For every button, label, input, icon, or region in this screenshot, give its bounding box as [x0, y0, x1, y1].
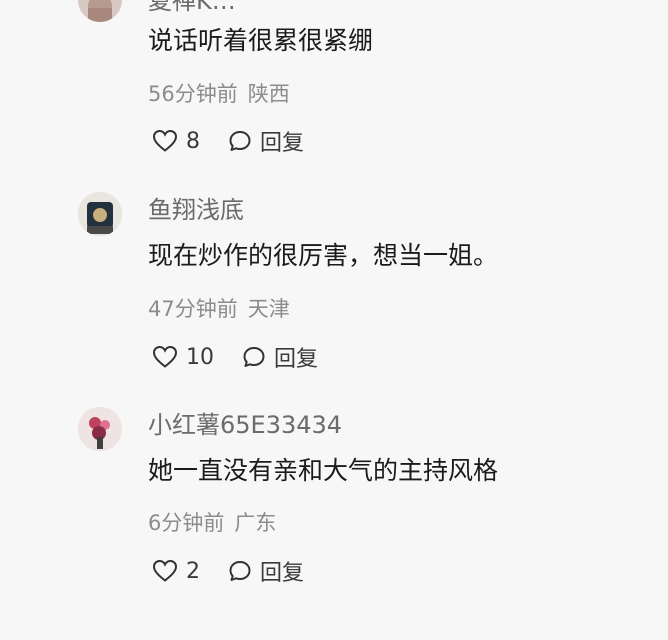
comment-item: 夏禅K… 说话听着很累很紧绷 56分钟前 陕西 8 回复 — [0, 0, 668, 216]
comment-time: 56分钟前 — [148, 82, 238, 106]
comment-username[interactable]: 小红薯65E33434 — [148, 410, 342, 440]
comment-username[interactable]: 夏禅K… — [148, 0, 236, 16]
speech-bubble-icon — [242, 345, 266, 369]
comment-meta: 56分钟前 陕西 — [148, 80, 290, 108]
comment-item: 小红薯65E33434 她一直没有亲和大气的主持风格 6分钟前 广东 2 回复 — [0, 405, 668, 621]
comment-location: 天津 — [247, 297, 290, 321]
comment-actions: 2 回复 — [152, 555, 304, 587]
comment-text: 现在炒作的很厉害，想当一姐。 — [148, 241, 499, 270]
comment-username[interactable]: 鱼翔浅底 — [148, 195, 244, 225]
comment-text: 她一直没有亲和大气的主持风格 — [148, 456, 499, 485]
comment-actions: 10 回复 — [152, 341, 318, 373]
heart-outline-icon — [152, 559, 178, 583]
comment-meta: 6分钟前 广东 — [148, 509, 276, 537]
like-count: 2 — [186, 558, 200, 584]
speech-bubble-icon — [228, 129, 252, 153]
comment-item: 鱼翔浅底 现在炒作的很厉害，想当一姐。 47分钟前 天津 10 回复 — [0, 190, 668, 406]
reply-button[interactable]: 回复 — [228, 125, 304, 157]
comment-meta: 47分钟前 天津 — [148, 295, 290, 323]
reply-button[interactable]: 回复 — [228, 555, 304, 587]
comment-location: 陕西 — [247, 82, 290, 106]
like-button[interactable]: 8 — [152, 129, 200, 154]
heart-outline-icon — [152, 129, 178, 153]
comment-actions: 8 回复 — [152, 125, 304, 157]
comment-time: 47分钟前 — [148, 297, 238, 321]
reply-button[interactable]: 回复 — [242, 341, 318, 373]
comment-location: 广东 — [234, 511, 277, 535]
like-count: 8 — [186, 128, 200, 154]
like-button[interactable]: 2 — [152, 559, 200, 584]
like-button[interactable]: 10 — [152, 345, 214, 370]
comment-time: 6分钟前 — [148, 511, 225, 535]
heart-outline-icon — [152, 345, 178, 369]
comment-text: 说话听着很累很紧绷 — [148, 26, 374, 55]
reply-label: 回复 — [260, 131, 305, 156]
reply-label: 回复 — [260, 561, 305, 586]
speech-bubble-icon — [228, 559, 252, 583]
avatar[interactable] — [78, 0, 122, 22]
avatar[interactable] — [78, 192, 122, 236]
avatar[interactable] — [78, 407, 122, 451]
like-count: 10 — [186, 344, 214, 370]
reply-label: 回复 — [274, 347, 319, 372]
comment-list: 夏禅K… 说话听着很累很紧绷 56分钟前 陕西 8 回复 鱼翔浅底 现在炒作的很… — [0, 0, 668, 640]
